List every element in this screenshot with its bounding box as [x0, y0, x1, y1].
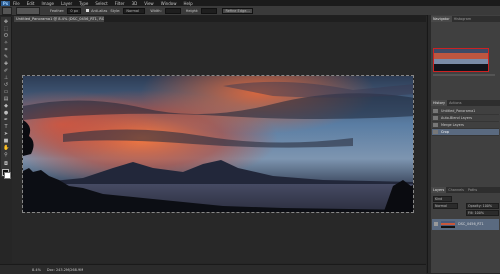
menu-view[interactable]: View [144, 1, 154, 6]
menu-edit[interactable]: Edit [27, 1, 35, 6]
path-selection-tool-icon[interactable]: ➤ [3, 132, 9, 137]
zoom-tool-icon[interactable]: ⚲ [3, 153, 9, 158]
fill-field[interactable]: Fill: 100% [466, 210, 499, 216]
tool-preset-picker[interactable] [2, 6, 12, 15]
navigator-preview-image [434, 49, 488, 71]
tab-history[interactable]: History [431, 100, 448, 106]
tab-histogram[interactable]: Histogram [452, 16, 474, 22]
menu-help[interactable]: Help [183, 1, 192, 6]
menu-file[interactable]: File [13, 1, 20, 6]
blur-tool-icon[interactable]: ◆ [3, 104, 9, 109]
style-label: Style: [110, 8, 121, 13]
navigator-panel-tabs: Navigator Histogram [431, 16, 500, 22]
eye-icon[interactable] [434, 222, 438, 226]
menu-filter[interactable]: Filter [115, 1, 125, 6]
history-item[interactable]: Untitled_Panorama1 [432, 108, 499, 115]
tools-panel: ✥ ⬚ ʘ ✧ ⌗ ✎ ✚ ✐ ⊥ ↺ ▭ ▤ ◆ ● ✒ T ➤ ■ ✋ ⚲ … [1, 17, 12, 177]
width-input[interactable] [164, 7, 181, 14]
selection-mode-button[interactable] [16, 6, 40, 15]
history-item[interactable]: Merge Layers [432, 122, 499, 129]
magic-wand-tool-icon[interactable]: ✧ [3, 41, 9, 46]
navigator-zoom-slider[interactable] [433, 74, 495, 76]
eraser-tool-icon[interactable]: ▭ [3, 90, 9, 95]
antialias-label: Anti-alias [91, 8, 108, 13]
shape-tool-icon[interactable]: ■ [3, 139, 9, 144]
clone-stamp-tool-icon[interactable]: ⊥ [3, 76, 9, 81]
options-bar: Feather: 0 px Anti-alias Style: Normal W… [0, 6, 500, 16]
blend-mode-select[interactable]: Normal [433, 203, 458, 209]
layer-thumbnail-image [441, 221, 456, 228]
pen-tool-icon[interactable]: ✒ [3, 118, 9, 123]
tab-paths[interactable]: Paths [466, 187, 479, 193]
menu-image[interactable]: Image [41, 1, 54, 6]
sunset-panorama-photo [23, 76, 413, 212]
menu-3d[interactable]: 3D [132, 1, 138, 6]
menu-type[interactable]: Type [79, 1, 88, 6]
menu-select[interactable]: Select [95, 1, 107, 6]
crop-step-icon [433, 130, 438, 134]
layer-thumbnail [441, 221, 456, 228]
tab-navigator[interactable]: Navigator [431, 16, 452, 22]
panorama-image[interactable] [22, 75, 414, 213]
tab-actions[interactable]: Actions [447, 100, 463, 106]
healing-brush-tool-icon[interactable]: ✚ [3, 62, 9, 67]
tab-channels[interactable]: Channels [446, 187, 466, 193]
layers-panel-tabs: Layers Channels Paths [431, 187, 500, 193]
tab-layers[interactable]: Layers [431, 187, 447, 193]
gradient-tool-icon[interactable]: ▤ [3, 97, 9, 102]
type-tool-icon[interactable]: T [3, 125, 9, 130]
height-label: Height: [185, 8, 199, 13]
menu-window[interactable]: Window [161, 1, 177, 6]
photoshop-logo: Ps [1, 0, 10, 6]
doc-size: Doc: 243.2M/268.9M [46, 267, 84, 272]
width-label: Width: [150, 8, 162, 13]
feather-input[interactable]: 0 px [67, 7, 82, 14]
background-color-swatch[interactable] [4, 172, 11, 179]
crop-tool-icon[interactable]: ⌗ [3, 48, 9, 53]
brush-tool-icon[interactable]: ✐ [3, 69, 9, 74]
layer-name: DSC_0456_RT1 [458, 222, 484, 226]
history-brush-tool-icon[interactable]: ↺ [3, 83, 9, 88]
style-select[interactable]: Normal [123, 7, 146, 14]
menu-layer[interactable]: Layer [61, 1, 72, 6]
refine-edge-button[interactable]: Refine Edge... [222, 7, 253, 14]
history-item-selected[interactable]: Crop [432, 129, 499, 136]
zoom-level[interactable]: 8.4% [32, 268, 41, 272]
move-tool-icon[interactable]: ✥ [3, 20, 9, 25]
history-step-icon [433, 123, 438, 127]
feather-label: Feather: [50, 8, 65, 13]
navigator-thumbnail[interactable] [433, 48, 489, 72]
layer-filter-select[interactable]: Kind [433, 196, 452, 202]
history-item[interactable]: Auto-Blend Layers [432, 115, 499, 122]
height-input[interactable] [201, 7, 218, 14]
lasso-tool-icon[interactable]: ʘ [3, 34, 9, 39]
layer-row[interactable]: DSC_0456_RT1 [432, 219, 499, 230]
marquee-tool-icon[interactable]: ⬚ [3, 27, 9, 32]
history-panel-tabs: History Actions [431, 100, 500, 106]
history-step-icon [433, 116, 438, 120]
opacity-field[interactable]: Opacity: 100% [466, 203, 499, 209]
dodge-tool-icon[interactable]: ● [3, 111, 9, 116]
snapshot-icon [433, 109, 438, 113]
antialias-checkbox[interactable] [86, 9, 90, 12]
quick-mask-icon[interactable]: ◘ [3, 162, 9, 167]
hand-tool-icon[interactable]: ✋ [3, 146, 9, 151]
eyedropper-tool-icon[interactable]: ✎ [3, 55, 9, 60]
